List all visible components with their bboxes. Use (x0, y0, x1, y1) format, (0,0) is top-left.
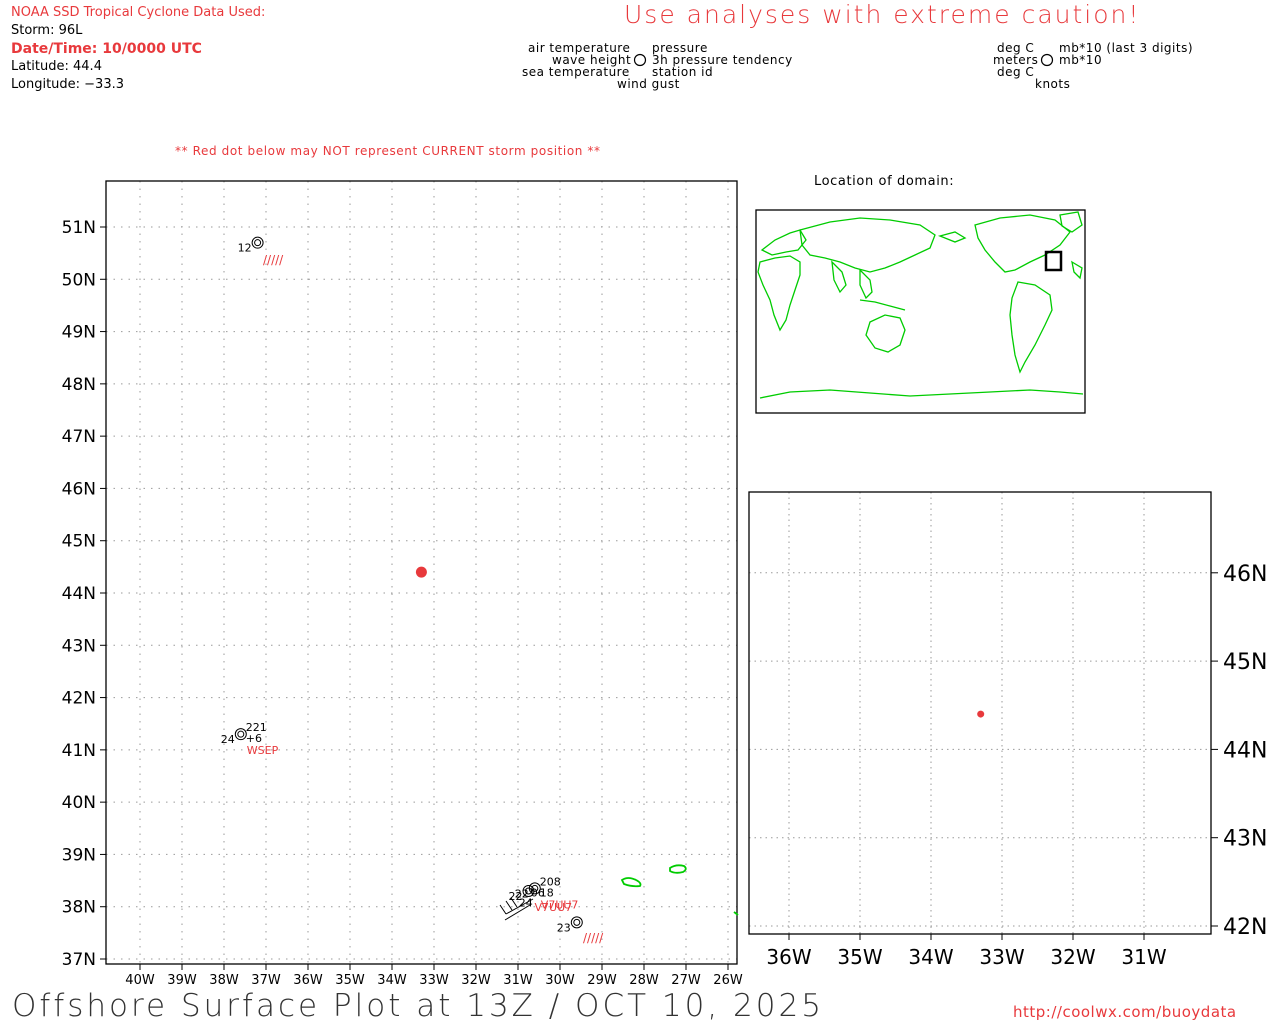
lat-label: 43N (1223, 827, 1267, 852)
lon-label: 26W (713, 973, 743, 988)
station-inner-circle (573, 918, 581, 926)
main-ticks (100, 226, 729, 970)
lon-label: 30W (545, 973, 575, 988)
station-inner-circle (237, 730, 245, 738)
station-plot[interactable]: 23 (557, 916, 583, 935)
lon-label: 36W (766, 945, 811, 969)
plot-title: Offshore Surface Plot at 13Z / OCT 10, 2… (12, 988, 824, 1024)
lat-label: 38N (62, 898, 96, 918)
lat-label: 46N (62, 479, 96, 499)
lat-label: 45N (62, 532, 96, 552)
lon-label: 31W (1121, 945, 1166, 969)
lon-label: 27W (671, 973, 701, 988)
lat-label: 47N (62, 427, 96, 447)
lat-label: 45N (1223, 650, 1267, 675)
lon-label: 36W (293, 973, 323, 988)
inset-lon-labels: 36W 35W 34W 33W 32W 31W (766, 945, 1166, 969)
station-circle (234, 728, 247, 741)
source-url[interactable]: http://coolwx.com/buoydata (1013, 1003, 1237, 1021)
lat-label: 37N (62, 950, 96, 970)
gust-hatch: ///// (263, 253, 284, 267)
station-circle (251, 236, 264, 249)
lon-label: 31W (503, 973, 533, 988)
lat-label: 44N (62, 584, 96, 604)
main-map: 51N 50N 49N 48N 47N 46N 45N 44N 43N 42N 41N 40N 39N 3… (62, 180, 743, 988)
inset-storm-position-dot (977, 710, 985, 718)
station-code: 06 (531, 886, 545, 899)
lat-label: 39N (62, 845, 96, 865)
station-plots: 1224221+6WSEP2220818V7UU722V7UU7232406 (221, 236, 583, 935)
lon-label: 32W (1050, 945, 1095, 969)
island-outline (620, 877, 642, 888)
station-sea-temp: 23 (557, 921, 571, 934)
legend-unit-circle (1040, 53, 1054, 67)
plot-canvas: 51N 50N 49N 48N 47N 46N 45N 44N 43N 42N 41N 40N 39N 3… (62, 53, 1267, 988)
lat-label: 48N (62, 375, 96, 395)
station-inner-circle (254, 239, 262, 247)
lat-label: 41N (62, 741, 96, 761)
main-lat-labels: 51N 50N 49N 48N 47N 46N 45N 44N 43N 42N 41N 40N 39N 3… (62, 218, 96, 970)
station-id: V7UU7 (535, 901, 573, 914)
lon-label: 28W (629, 973, 659, 988)
lat-label: 42N (62, 689, 96, 709)
station-circle (570, 916, 583, 929)
station-plot[interactable]: 24221+6WSEP (221, 721, 279, 757)
lon-label: 32W (461, 973, 491, 988)
lon-label: 39W (167, 973, 197, 988)
world-locator-map (755, 209, 1086, 414)
storm-position-dot (415, 566, 427, 578)
station-plot[interactable]: 12 (238, 236, 264, 255)
inset-lat-labels: 46N 45N 44N 43N 42N (1223, 562, 1267, 940)
lat-label: 50N (62, 270, 96, 290)
main-lon-labels: 40W 39W 38W 37W 36W 35W 34W 33W 32W 31W 30W 29W 28W 2… (125, 973, 743, 988)
lat-label: 40N (62, 793, 96, 813)
lon-label: 35W (837, 945, 882, 969)
inset-map: 46N 45N 44N 43N 42N 36W 35W 34W 33W 32W 31W (748, 491, 1267, 969)
gust-hatch: ///// (583, 931, 604, 945)
lon-label: 34W (908, 945, 953, 969)
lat-label: 49N (62, 323, 96, 343)
lon-label: 33W (979, 945, 1024, 969)
station-sea-temp: 24 (221, 733, 235, 746)
island-outline (669, 864, 687, 874)
legend-station-circle (633, 53, 647, 67)
inset-ticks (788, 572, 1218, 940)
station-sea-temp: 12 (238, 242, 252, 255)
lat-label: 43N (62, 636, 96, 656)
lon-label: 34W (377, 973, 407, 988)
lon-label: 33W (419, 973, 449, 988)
lon-label: 29W (587, 973, 617, 988)
lon-label: 38W (209, 973, 239, 988)
lon-label: 35W (335, 973, 365, 988)
lat-label: 42N (1223, 915, 1267, 940)
station-id: WSEP (247, 744, 279, 757)
lat-label: 51N (62, 218, 96, 238)
lon-label: 40W (125, 973, 155, 988)
lat-label: 44N (1223, 738, 1267, 763)
lat-label: 46N (1223, 562, 1267, 587)
lon-label: 37W (251, 973, 281, 988)
